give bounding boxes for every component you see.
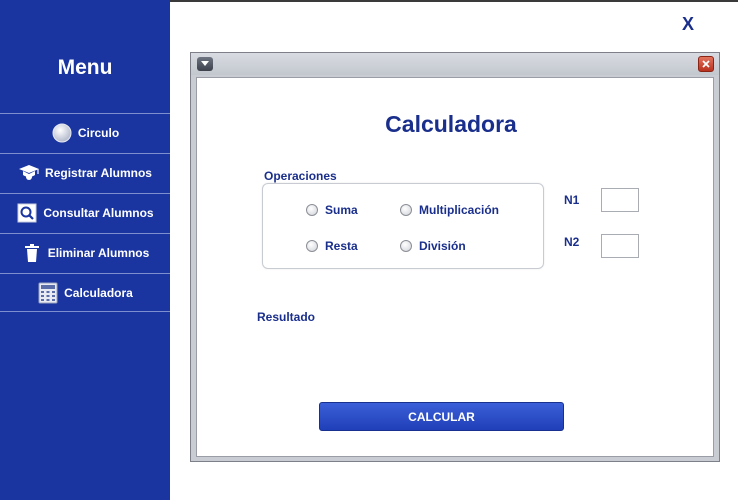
sidebar-item-calculadora[interactable]: Calculadora <box>0 273 170 312</box>
radio-label: División <box>419 239 466 253</box>
sidebar-item-registrar-alumnos[interactable]: Registrar Alumnos <box>0 153 170 192</box>
magnifier-icon <box>16 202 38 224</box>
sidebar-item-label: Registrar Alumnos <box>45 166 152 180</box>
close-icon <box>702 60 710 68</box>
sidebar-item-label: Eliminar Alumnos <box>47 246 150 260</box>
sidebar-item-circulo[interactable]: Circulo <box>0 113 170 152</box>
window-titlebar <box>191 53 719 75</box>
page-title: Calculadora <box>385 111 517 137</box>
radio-circle <box>306 240 318 252</box>
window-close-button[interactable] <box>698 56 714 72</box>
sidebar-item-label: Consultar Alumnos <box>43 206 154 220</box>
sidebar-item-consultar-alumnos[interactable]: Consultar Alumnos <box>0 193 170 232</box>
graduation-cap-icon <box>18 162 40 184</box>
n2-field[interactable] <box>601 234 639 258</box>
window-body: Calculadora Operaciones Suma Multiplicac… <box>196 77 714 457</box>
operations-group: Suma Multiplicación Resta División <box>262 183 544 269</box>
calculator-window: Calculadora Operaciones Suma Multiplicac… <box>190 52 720 462</box>
window-menu-button[interactable] <box>197 57 213 71</box>
radio-division[interactable]: División <box>400 239 466 253</box>
radio-circle <box>400 204 412 216</box>
radio-label: Multiplicación <box>419 203 500 217</box>
n2-label: N2 <box>564 235 580 249</box>
result-label: Resultado <box>257 310 316 324</box>
radio-resta[interactable]: Resta <box>306 239 358 253</box>
operations-label: Operaciones <box>264 169 337 183</box>
n1-field[interactable] <box>601 188 639 212</box>
trash-icon <box>21 242 43 264</box>
radio-suma[interactable]: Suma <box>306 203 358 217</box>
calculator-icon <box>37 282 59 304</box>
calculate-button[interactable]: CALCULAR <box>319 402 564 431</box>
radio-circle <box>306 204 318 216</box>
close-button[interactable]: X <box>682 14 694 35</box>
radio-label: Suma <box>325 203 358 217</box>
sidebar-item-label: Calculadora <box>64 285 133 300</box>
radio-multiplicacion[interactable]: Multiplicación <box>400 203 499 217</box>
sidebar: Menu Circulo Registrar Alumnos Consultar… <box>0 0 170 500</box>
radio-circle <box>400 240 412 252</box>
menu-title: Menu <box>57 56 113 79</box>
radio-label: Resta <box>325 239 358 253</box>
n1-label: N1 <box>564 193 580 207</box>
sidebar-item-label: Circulo <box>77 126 120 140</box>
sidebar-item-eliminar-alumnos[interactable]: Eliminar Alumnos <box>0 233 170 272</box>
chevron-down-icon <box>201 61 209 66</box>
circle-icon <box>51 122 73 144</box>
